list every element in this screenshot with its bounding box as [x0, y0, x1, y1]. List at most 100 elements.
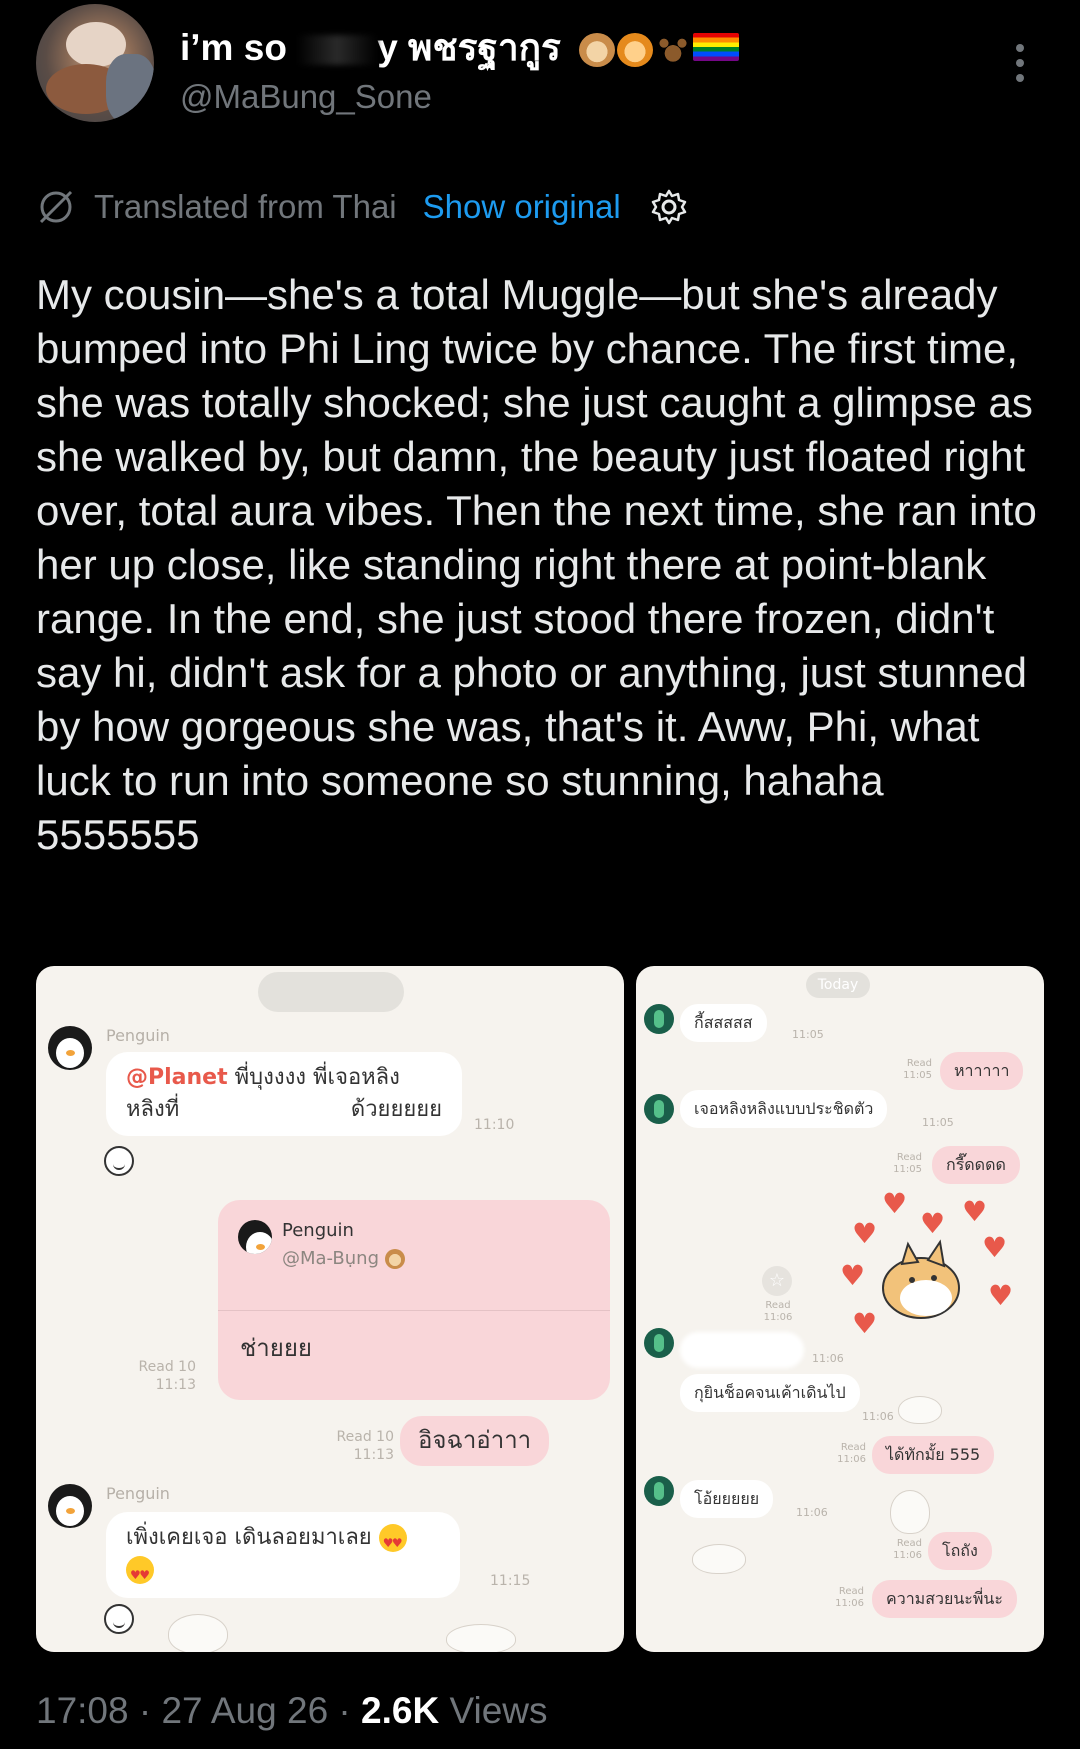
heart-icon: ♥	[920, 1207, 946, 1240]
more-options-button[interactable]	[1008, 40, 1032, 90]
read-time: 11:13	[353, 1447, 394, 1463]
read-receipt: Read 11:06	[818, 1586, 864, 1610]
message-time: 11:10	[474, 1117, 515, 1133]
message-time: 11:06	[796, 1506, 828, 1519]
read-receipt: Read 11:06	[832, 1442, 866, 1466]
tweet-time[interactable]: 17:08	[36, 1690, 129, 1731]
author-avatar[interactable]	[36, 4, 154, 122]
sender-name: Penguin	[106, 1484, 170, 1503]
read-label: Read	[906, 1058, 932, 1069]
bubble-text: เพิ่งเคยเจอ เดินลอยมาเลย	[126, 1525, 372, 1550]
chat-bubble: @Planet พี่บุงงงง พี่เจอหลิง หลิงที่ ด้วย…	[106, 1052, 462, 1136]
corgi-sticker-icon	[882, 1239, 960, 1319]
puppy-decoration-icon	[898, 1396, 942, 1424]
display-name-suffix: y พชรฐากูร	[377, 27, 561, 68]
author-display-name[interactable]: i’m so y พชรฐากูร	[180, 18, 740, 77]
today-pill: Today	[806, 972, 870, 998]
read-receipt: Read 11:06	[884, 1538, 922, 1562]
read-time: 11:06	[763, 1312, 793, 1323]
read-receipt: Read 11:05	[886, 1058, 932, 1082]
dog-face-icon	[579, 33, 616, 68]
read-receipt: Read 11:05	[876, 1152, 922, 1176]
views-label: Views	[449, 1690, 548, 1731]
name-emojis	[579, 33, 740, 68]
tweet-meta: 17:08 · 27 Aug 26 · 2.6K Views	[36, 1690, 548, 1731]
heart-icon: ♥	[882, 1187, 908, 1220]
chat-bubble-own: ได้ทักมั้ย 555	[872, 1436, 995, 1474]
penguin-avatar	[48, 1484, 92, 1528]
heart-eyes-emoji-icon	[378, 1524, 407, 1559]
chat-bubble: เจอหลิงหลิงแบบประชิดตัว	[680, 1090, 888, 1128]
read-label: Read	[896, 1538, 922, 1549]
bubble-line-1: @Planet พี่บุงงงง พี่เจอหลิง	[126, 1062, 442, 1094]
read-time: 11:05	[903, 1070, 932, 1081]
read-receipt: Read 11:06	[760, 1300, 796, 1324]
chat-bubble: กี้สสสสส	[680, 1004, 767, 1042]
sticker-star-icon[interactable]: ☆	[762, 1266, 792, 1296]
chat-bubble-own: หาาาาา	[940, 1052, 1024, 1090]
author-handle[interactable]: @MaBung_Sone	[180, 78, 432, 116]
penguin-avatar	[48, 1026, 92, 1070]
read-receipt: Read 10 11:13	[126, 1358, 196, 1394]
contact-avatar	[644, 1328, 674, 1358]
bubble-text: ด้วยยยยย	[350, 1097, 442, 1122]
chat-bubble-own: โถถัง	[928, 1532, 992, 1570]
message-time: 11:15	[490, 1573, 531, 1589]
media-image-1[interactable]: Penguin @Planet พี่บุงงงง พี่เจอหลิง หลิ…	[36, 966, 624, 1652]
sender-name: Penguin	[106, 1026, 170, 1045]
rainbow-flag-icon	[693, 33, 740, 62]
show-original-link[interactable]: Show original	[423, 188, 621, 226]
tiger-face-icon	[617, 33, 654, 68]
card-handle-text: @Ma-Bụng	[282, 1248, 380, 1269]
chat-bubble-own: อิจฉาอ่าาา	[400, 1416, 550, 1466]
puppy-decoration-icon	[692, 1544, 746, 1574]
read-receipt: Read 10 11:13	[324, 1428, 394, 1464]
tweet-header: i’m so y พชรฐากูร @MaBung_Sone	[0, 0, 1080, 140]
mention: @Planet	[126, 1065, 228, 1090]
bubble-text: หลิงที่	[126, 1097, 180, 1122]
read-label: Read	[765, 1300, 791, 1311]
reply-card: Penguin @Ma-Bụng ช่ายยย	[218, 1200, 610, 1400]
read-time: 11:06	[893, 1550, 922, 1561]
heart-icon: ♥	[840, 1259, 866, 1292]
top-pill	[258, 972, 404, 1012]
gear-icon[interactable]	[649, 187, 689, 227]
read-label: Read 10	[138, 1359, 196, 1375]
tweet-date[interactable]: 27 Aug 26	[161, 1690, 328, 1731]
views-count: 2.6K	[361, 1690, 440, 1731]
bubble-text: พี่บุงงงง พี่เจอหลิง	[227, 1065, 400, 1090]
read-label: Read 10	[336, 1429, 394, 1445]
display-name-prefix: i’m so	[180, 27, 287, 68]
chat-bubble-own: กรี๊ดดดด	[932, 1146, 1020, 1184]
message-time: 11:05	[792, 1028, 824, 1041]
bubble-line-1: เพิ่งเคยเจอ เดินลอยมาเลย	[126, 1522, 440, 1559]
redacted-bubble	[680, 1332, 804, 1368]
heart-icon: ♥	[962, 1195, 988, 1228]
penguin-avatar	[238, 1220, 272, 1254]
contact-avatar	[644, 1004, 674, 1034]
contact-avatar	[644, 1476, 674, 1506]
reaction-smile-icon	[104, 1604, 134, 1634]
puppy-decoration-icon	[446, 1624, 516, 1652]
read-time: 11:13	[155, 1377, 196, 1393]
media-image-2[interactable]: Today กี้สสสสส 11:05 หาาาาา Read 11:05 เจ…	[636, 966, 1044, 1652]
dog-face-icon	[384, 1249, 405, 1269]
card-divider	[218, 1310, 610, 1311]
heart-eyes-emoji-icon	[126, 1556, 154, 1591]
read-time: 11:06	[837, 1454, 866, 1465]
card-handle: @Ma-Bụng	[282, 1248, 405, 1269]
read-label: Read	[896, 1152, 922, 1163]
read-time: 11:06	[835, 1598, 864, 1609]
message-time: 11:05	[922, 1116, 954, 1129]
chat-bubble: โอ้ยยยยย	[680, 1480, 774, 1518]
read-label: Read	[838, 1586, 864, 1597]
chat-bubble: เพิ่งเคยเจอ เดินลอยมาเลย	[106, 1512, 460, 1598]
redacted-name-part	[297, 35, 378, 66]
tweet-text: My cousin—she's a total Muggle—but she's…	[36, 271, 1037, 858]
read-time: 11:05	[893, 1164, 922, 1175]
translated-from-label: Translated from Thai	[94, 188, 397, 225]
paw-prints-icon	[655, 33, 692, 68]
contact-avatar	[644, 1094, 674, 1124]
message-time: 11:06	[812, 1352, 844, 1365]
translation-bar: Translated from Thai Show original	[36, 186, 689, 228]
